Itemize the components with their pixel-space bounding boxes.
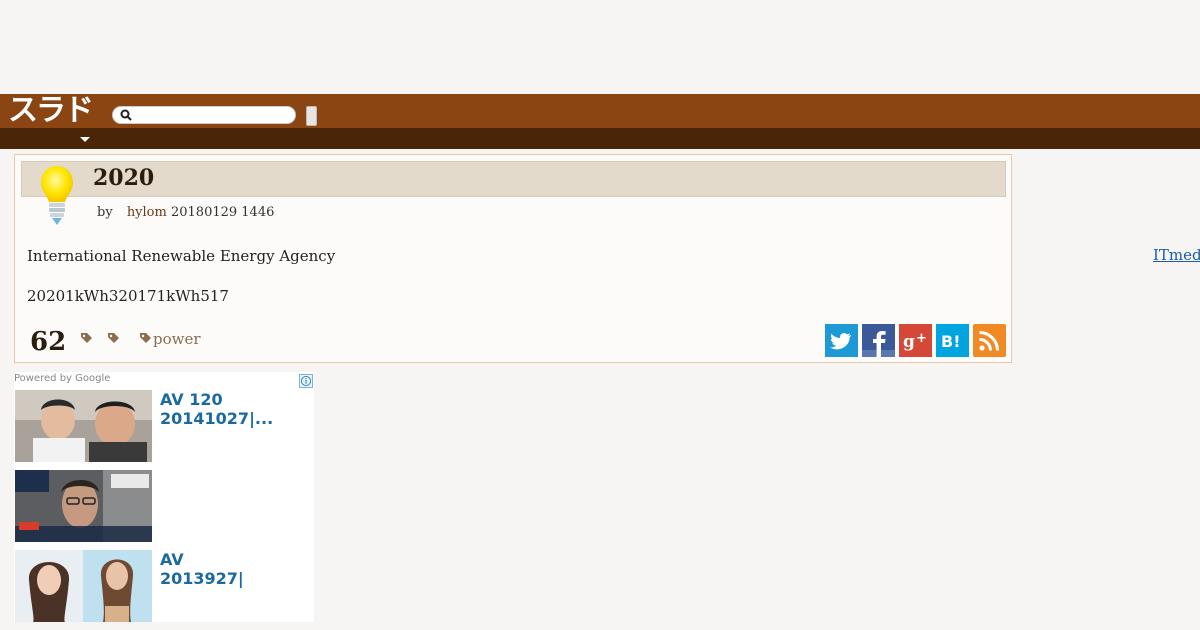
facebook-icon [862,324,895,357]
ad-image-two-men [15,390,152,462]
ad-image-news-frame [15,470,152,542]
ad-title-line: 2013927| [160,569,244,588]
twitter-share-button[interactable] [825,324,858,357]
google-plus-share-button[interactable]: g + [899,324,932,357]
site-header: スラド [0,94,1200,128]
rss-subscribe-button[interactable] [973,324,1006,357]
tag-icon[interactable] [80,332,93,345]
svg-text:g: g [903,332,915,352]
google-plus-icon: g + [899,324,932,357]
ad-powered-by: Powered by Google [14,373,111,384]
itmedia-link[interactable]: ITmed [1153,246,1200,264]
tag-power[interactable]: power [153,330,201,348]
ad-title-line: AV [160,550,184,569]
svg-text:+: + [916,331,927,346]
site-logo[interactable]: スラド [8,96,94,126]
search-button[interactable] [306,106,317,126]
menu-dropdown-icon[interactable] [80,137,90,142]
byline-by: by [97,205,113,220]
title-band [21,161,1006,197]
search-input[interactable] [137,107,291,125]
hatena-bookmark-icon: B! [936,324,969,357]
svg-text:B!: B! [941,332,961,351]
twitter-icon [825,324,858,357]
search-icon [120,109,132,121]
post-date: 20180129 1446 [170,205,275,220]
article-card: 2020 by hylom 20180129 1446 Internationa… [14,154,1012,363]
ad-title[interactable]: AV 2013927| [160,550,244,588]
article-title[interactable]: 2020 [93,165,154,191]
ad-block: Powered by Google AV 120 20141027|... AV… [14,372,314,622]
ad-thumbnail[interactable] [15,470,152,542]
article-body-line-1: International Renewable Energy Agency [27,247,336,265]
ad-image-two-women [15,550,152,622]
ad-thumbnail[interactable] [15,390,152,462]
facebook-share-button[interactable] [862,324,895,357]
comment-count[interactable]: 62 [30,327,66,357]
tag-icon[interactable] [107,332,120,345]
ad-info-icon[interactable] [299,374,313,388]
article-body-line-2: 20201kWh320171kWh517 [27,287,229,305]
hatena-bookmark-share-button[interactable]: B! [936,324,969,357]
ad-title[interactable]: AV 120 20141027|... [160,390,273,428]
ad-thumbnail[interactable] [15,550,152,622]
byline: by hylom 20180129 1446 [97,205,274,220]
ad-title-line: AV 120 [160,390,223,409]
tag-icon [140,333,151,343]
ad-title-line: 20141027|... [160,409,274,428]
author-name[interactable]: hylom [127,205,167,220]
lightbulb-icon [41,166,73,225]
search-box [112,106,296,125]
sub-navigation-bar [0,128,1200,149]
rss-icon [973,324,1006,357]
